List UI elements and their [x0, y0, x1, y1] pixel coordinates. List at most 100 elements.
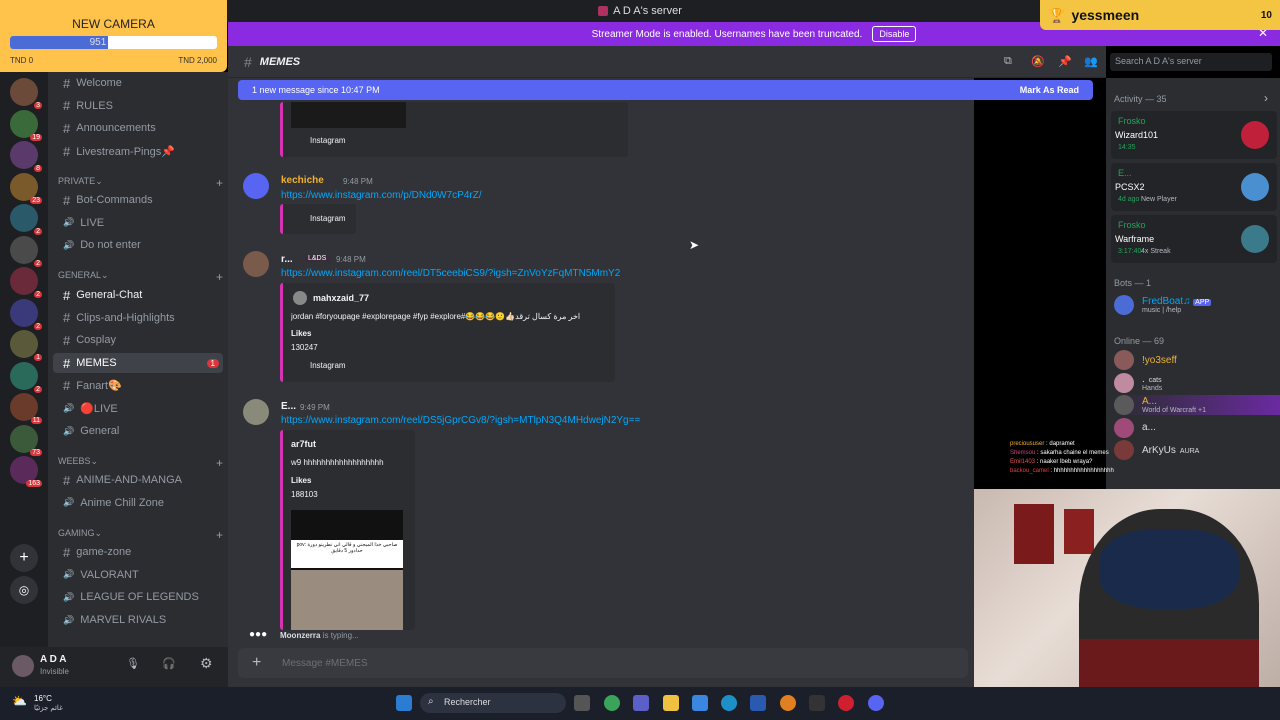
discover-servers-icon[interactable]: ◎: [10, 576, 38, 604]
channel-livestream-pings[interactable]: # Livestream-Pings📌: [53, 141, 223, 161]
avatar[interactable]: [243, 173, 269, 199]
task-view-icon[interactable]: [574, 695, 590, 711]
chrome-icon[interactable]: [780, 695, 796, 711]
app-icon[interactable]: [604, 695, 620, 711]
channel-memes[interactable]: # MEMES 1: [53, 353, 223, 374]
new-messages-bar[interactable]: 1 new message since 10:47 PM Mark As Rea…: [238, 80, 1093, 100]
channel-live[interactable]: 🔊 🔴LIVE: [53, 399, 223, 419]
message-link[interactable]: https://www.instagram.com/p/DNd0W7cP4rZ/: [281, 190, 482, 201]
copilot-icon[interactable]: [692, 695, 708, 711]
channel-anime-chill-zone[interactable]: 🔊 Anime Chill Zone: [53, 493, 223, 513]
avatar[interactable]: [243, 251, 269, 277]
search-input[interactable]: Search A D A's server: [1110, 53, 1272, 71]
channel-valorant[interactable]: 🔊 VALORANT: [53, 565, 223, 585]
teams-icon[interactable]: [633, 695, 649, 711]
obs-icon[interactable]: [809, 695, 825, 711]
server-icon[interactable]: 73: [10, 424, 42, 456]
channel-marvel-rivals[interactable]: 🔊 MARVEL RIVALS: [53, 610, 223, 630]
channel-bot-commands[interactable]: # Bot-Commands: [53, 190, 223, 210]
message-author[interactable]: E...: [281, 401, 296, 412]
channel-anime-and-manga[interactable]: # ANIME-AND-MANGA: [53, 470, 223, 490]
chevron-right-icon[interactable]: ›: [1264, 91, 1268, 105]
add-server-icon[interactable]: +: [10, 544, 38, 572]
channel-welcome[interactable]: # Welcome: [53, 73, 223, 93]
message-link[interactable]: https://www.instagram.com/reel/DS5jGprCG…: [281, 415, 640, 426]
edge-icon[interactable]: [721, 695, 737, 711]
add-attachment-icon[interactable]: +: [252, 654, 261, 672]
disable-button[interactable]: Disable: [872, 26, 917, 42]
category-gaming_label[interactable]: GAMING ⌄ +: [58, 528, 223, 542]
server-icon[interactable]: 11: [10, 393, 42, 424]
avatar[interactable]: [243, 399, 269, 425]
channel-cosplay[interactable]: # Cosplay: [53, 330, 223, 350]
category-weebs_label[interactable]: WEEBS ⌄ +: [58, 456, 223, 470]
pin-icon[interactable]: 📌: [1058, 55, 1072, 68]
instagram-embed[interactable]: ar7fut w9 hhhhhhhhhhhhhhhhhh Likes 18810…: [280, 430, 415, 630]
category-general_label[interactable]: GENERAL ⌄ +: [58, 270, 223, 284]
opera-icon[interactable]: [838, 695, 854, 711]
instagram-embed[interactable]: Instagram: [280, 204, 356, 234]
server-mention-badge: 163: [26, 480, 42, 487]
activity-card[interactable]: E... PCSX2 4d ago New Player: [1111, 163, 1277, 211]
message-link[interactable]: https://www.instagram.com/reel/DT5ceebiC…: [281, 268, 620, 279]
member-item[interactable]: a...: [1114, 417, 1274, 438]
embed-video-thumbnail[interactable]: pov: صاحبي خذا الميجني و قالي اني نطرينو…: [291, 510, 403, 630]
channel-rules[interactable]: # RULES: [53, 96, 223, 116]
activity-card[interactable]: Frosko Wizard101 14:35: [1111, 111, 1277, 159]
notification-bell-icon[interactable]: 🔕: [1031, 55, 1045, 68]
server-icon[interactable]: 2: [10, 267, 42, 298]
channel-general[interactable]: 🔊 General: [53, 421, 223, 441]
gear-icon[interactable]: ⚙: [200, 655, 213, 672]
add-channel-icon[interactable]: +: [216, 176, 223, 190]
member-item[interactable]: . cats Hands: [1114, 372, 1274, 393]
message-input[interactable]: + Message #MEMES: [238, 648, 968, 678]
instagram-embed[interactable]: mahxzaid_77 jordan #foryoupage #explorep…: [280, 283, 615, 382]
windows-start-icon[interactable]: [396, 695, 412, 711]
channel-general-chat[interactable]: # General-Chat: [53, 285, 223, 305]
server-icon[interactable]: 8: [10, 141, 42, 172]
channel-clips-and-highlights[interactable]: # Clips-and-Highlights: [53, 308, 223, 328]
headphones-icon[interactable]: 🎧: [162, 657, 176, 670]
channel-label: Clips-and-Highlights: [76, 311, 175, 324]
threads-icon[interactable]: ⧉: [1004, 55, 1012, 68]
server-icon[interactable]: 3: [10, 78, 42, 109]
server-mention-badge: 11: [30, 417, 42, 424]
server-icon[interactable]: 2: [10, 204, 42, 235]
avatar: [1114, 372, 1134, 393]
add-channel-icon[interactable]: +: [216, 456, 223, 470]
activity-card[interactable]: Frosko Warframe 3:17:40 4x Streak: [1111, 215, 1277, 263]
channel-league-of-legends[interactable]: 🔊 LEAGUE OF LEGENDS: [53, 587, 223, 607]
discord-icon[interactable]: [868, 695, 884, 711]
member-item[interactable]: A... World of Warcraft +1: [1114, 395, 1280, 415]
channel-fanart[interactable]: # Fanart🎨: [53, 376, 223, 396]
channel-game-zone[interactable]: # game-zone: [53, 542, 223, 562]
server-icon[interactable]: 2: [10, 298, 42, 330]
instagram-embed[interactable]: Instagram: [280, 102, 628, 157]
category-private_label[interactable]: PRIVATE ⌄ +: [58, 176, 223, 190]
embed-author[interactable]: ar7fut: [291, 439, 316, 449]
taskbar-search[interactable]: ⌕ Rechercher: [420, 693, 566, 713]
server-icon[interactable]: 2: [10, 361, 42, 393]
server-icon[interactable]: 2: [10, 235, 42, 267]
channel-live[interactable]: 🔊 LIVE: [53, 213, 223, 233]
bot-member[interactable]: FredBoat♫ APP music | /help: [1114, 295, 1274, 315]
channel-do-not-enter[interactable]: 🔊 Do not enter: [53, 235, 223, 255]
member-item[interactable]: !yo3seff: [1114, 350, 1274, 370]
message-author[interactable]: kechiche: [281, 175, 324, 186]
add-channel-icon[interactable]: +: [216, 528, 223, 542]
mark-as-read-button[interactable]: Mark As Read: [1020, 85, 1079, 95]
server-icon[interactable]: 19: [10, 109, 42, 141]
message-author[interactable]: r...: [281, 254, 293, 265]
channel-announcements[interactable]: # Announcements: [53, 118, 223, 138]
store-icon[interactable]: [750, 695, 766, 711]
server-icon[interactable]: 163: [10, 456, 42, 487]
member-list-icon[interactable]: 👥: [1084, 55, 1098, 68]
add-channel-icon[interactable]: +: [216, 270, 223, 284]
weather-icon[interactable]: ⛅: [12, 694, 27, 708]
file-explorer-icon[interactable]: [663, 695, 679, 711]
server-icon[interactable]: 1: [10, 330, 42, 361]
avatar[interactable]: [12, 655, 34, 677]
server-icon[interactable]: 23: [10, 172, 42, 204]
embed-author[interactable]: mahxzaid_77: [313, 293, 369, 303]
microphone-icon[interactable]: 🎙: [126, 657, 140, 670]
